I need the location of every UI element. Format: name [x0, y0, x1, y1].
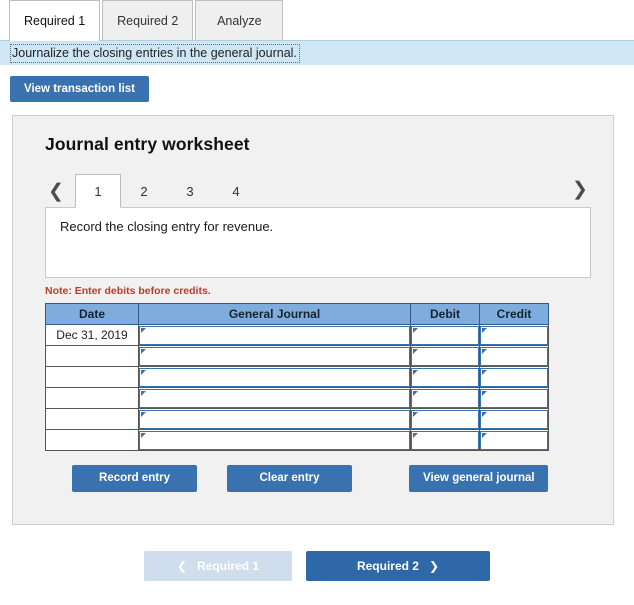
- tab-analyze[interactable]: Analyze: [195, 0, 283, 41]
- general-journal-input[interactable]: [139, 410, 410, 429]
- column-header-general-journal: General Journal: [139, 304, 411, 325]
- table-row: Dec 31, 2019: [46, 325, 549, 346]
- page-title: Journal entry worksheet: [45, 134, 591, 155]
- table-row: [46, 367, 549, 388]
- column-header-credit: Credit: [480, 304, 549, 325]
- cell-general-journal: [139, 367, 411, 388]
- instruction-banner: Journalize the closing entries in the ge…: [0, 40, 634, 65]
- cell-debit: [411, 388, 480, 409]
- next-required-button[interactable]: Required 2 ❯: [306, 551, 490, 581]
- pager-page-2[interactable]: 2: [121, 174, 167, 207]
- cell-credit: [480, 430, 549, 451]
- toolbar: View transaction list: [0, 65, 634, 110]
- credit-input[interactable]: [480, 326, 548, 345]
- table-row: [46, 346, 549, 367]
- tab-label: Required 2: [117, 14, 178, 28]
- table-header-row: Date General Journal Debit Credit: [46, 304, 549, 325]
- cell-general-journal: [139, 388, 411, 409]
- debit-input[interactable]: [411, 410, 479, 429]
- cell-credit: [480, 409, 549, 430]
- pager-page-label: 3: [186, 184, 193, 199]
- debit-input[interactable]: [411, 368, 479, 387]
- cell-date: [46, 346, 139, 367]
- cell-debit: [411, 367, 480, 388]
- pager-page-1[interactable]: 1: [75, 174, 121, 208]
- debit-input[interactable]: [411, 326, 479, 345]
- pager-pages: 1 2 3 4: [75, 174, 259, 207]
- instruction-text: Journalize the closing entries in the ge…: [10, 44, 300, 63]
- debit-input[interactable]: [411, 431, 479, 450]
- general-journal-input[interactable]: [139, 326, 410, 345]
- worksheet-description-text: Record the closing entry for revenue.: [60, 219, 576, 234]
- debit-input[interactable]: [411, 389, 479, 408]
- worksheet-description-box: Record the closing entry for revenue.: [45, 207, 591, 278]
- cell-credit: [480, 367, 549, 388]
- general-journal-input[interactable]: [139, 347, 410, 366]
- cell-date: [46, 388, 139, 409]
- tab-label: Required 1: [24, 14, 85, 28]
- chevron-right-icon: ❯: [429, 551, 439, 581]
- view-transaction-list-button[interactable]: View transaction list: [10, 76, 149, 102]
- bottom-navigation: ❮ Required 1 Required 2 ❯: [0, 551, 634, 581]
- cell-debit: [411, 409, 480, 430]
- column-header-date: Date: [46, 304, 139, 325]
- note-text: Note: Enter debits before credits.: [45, 285, 591, 297]
- cell-date: Dec 31, 2019: [46, 325, 139, 346]
- tab-required-1[interactable]: Required 1: [9, 0, 100, 41]
- table-row: [46, 430, 549, 451]
- cell-date: [46, 409, 139, 430]
- chevron-left-icon: ❮: [177, 551, 187, 581]
- credit-input[interactable]: [480, 347, 548, 366]
- view-general-journal-button[interactable]: View general journal: [409, 465, 548, 492]
- pager-page-3[interactable]: 3: [167, 174, 213, 207]
- credit-input[interactable]: [480, 389, 548, 408]
- journal-entry-panel: Journal entry worksheet ❮ 1 2 3 4 ❯ Reco…: [12, 115, 614, 525]
- prev-required-label: Required 1: [197, 551, 259, 581]
- chevron-right-icon[interactable]: ❯: [569, 173, 591, 205]
- cell-debit: [411, 325, 480, 346]
- general-journal-input[interactable]: [139, 431, 410, 450]
- cell-credit: [480, 388, 549, 409]
- cell-credit: [480, 346, 549, 367]
- tab-label: Analyze: [217, 14, 261, 28]
- prev-required-button[interactable]: ❮ Required 1: [144, 551, 292, 581]
- cell-credit: [480, 325, 549, 346]
- journal-table: Date General Journal Debit Credit Dec 31…: [45, 303, 549, 451]
- worksheet-pager: ❮ 1 2 3 4 ❯: [45, 171, 591, 207]
- chevron-left-icon[interactable]: ❮: [45, 175, 67, 207]
- general-journal-input[interactable]: [139, 389, 410, 408]
- pager-page-4[interactable]: 4: [213, 174, 259, 207]
- pager-page-label: 2: [140, 184, 147, 199]
- cell-general-journal: [139, 409, 411, 430]
- cell-general-journal: [139, 430, 411, 451]
- tab-strip: Required 1 Required 2 Analyze: [0, 0, 634, 41]
- table-row: [46, 388, 549, 409]
- cell-general-journal: [139, 325, 411, 346]
- next-required-label: Required 2: [357, 551, 419, 581]
- cell-date: [46, 430, 139, 451]
- credit-input[interactable]: [480, 431, 548, 450]
- journal-actions: Record entry Clear entry View general jo…: [45, 465, 548, 495]
- pager-page-label: 1: [94, 184, 101, 199]
- credit-input[interactable]: [480, 410, 548, 429]
- table-row: [46, 409, 549, 430]
- record-entry-button[interactable]: Record entry: [72, 465, 197, 492]
- pager-page-label: 4: [232, 184, 239, 199]
- clear-entry-button[interactable]: Clear entry: [227, 465, 352, 492]
- column-header-debit: Debit: [411, 304, 480, 325]
- cell-debit: [411, 430, 480, 451]
- credit-input[interactable]: [480, 368, 548, 387]
- cell-debit: [411, 346, 480, 367]
- tab-required-2[interactable]: Required 2: [102, 0, 193, 41]
- cell-date: [46, 367, 139, 388]
- general-journal-input[interactable]: [139, 368, 410, 387]
- debit-input[interactable]: [411, 347, 479, 366]
- cell-general-journal: [139, 346, 411, 367]
